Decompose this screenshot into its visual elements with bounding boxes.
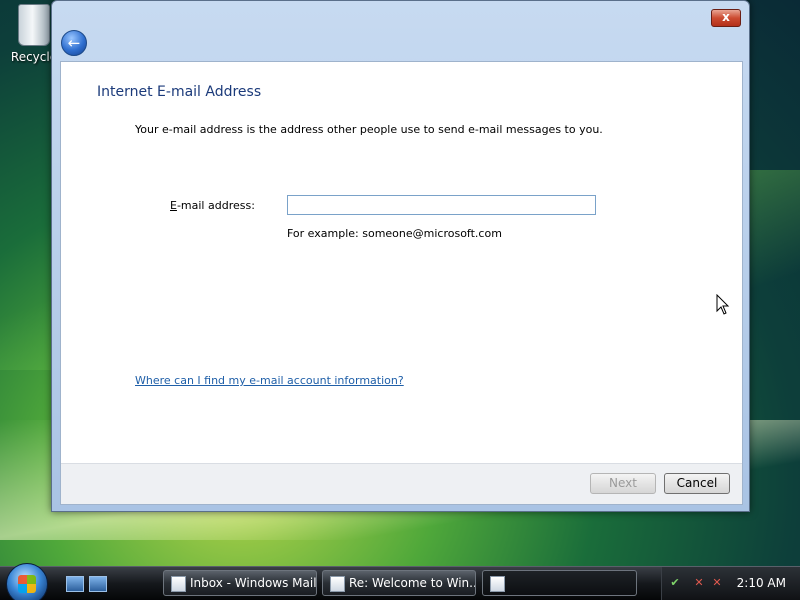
wizard-dialog: x ← Internet E-mail Address Your e-mail … [51,0,750,512]
wizard-window-icon [490,576,505,592]
taskbar-item-label: Re: Welcome to Win... [349,576,476,590]
account-info-help-link[interactable]: Where can I find my e-mail account infor… [135,374,404,387]
mouse-cursor-icon [716,294,730,315]
show-desktop-icon[interactable] [66,576,84,592]
clock[interactable]: 2:10 AM [737,576,786,590]
volume-muted-icon[interactable]: ✕ [710,576,724,590]
mail-message-icon [330,576,345,592]
switch-windows-icon[interactable] [89,576,107,592]
dialog-content: Internet E-mail Address Your e-mail addr… [60,61,743,505]
windows-mail-icon [171,576,186,592]
taskbar-item-message[interactable]: Re: Welcome to Win... [322,570,476,596]
taskbar-item-wizard[interactable] [482,570,637,596]
access-key-letter: E [170,199,177,212]
back-button[interactable]: ← [61,30,87,56]
intro-text: Your e-mail address is the address other… [135,123,603,136]
recycle-bin-icon [18,4,50,46]
windows-logo-icon [18,575,36,593]
network-disconnected-icon[interactable]: ✕ [692,576,706,590]
network-status-icon[interactable]: ✔ [668,576,682,590]
dialog-button-bar: Next Cancel [61,463,742,504]
taskbar: Inbox - Windows Mail Re: Welcome to Win.… [0,563,800,600]
next-button[interactable]: Next [590,473,656,494]
page-title: Internet E-mail Address [97,84,262,100]
taskbar-item-label: Inbox - Windows Mail [190,576,317,590]
system-tray: ✔ ✕ ✕ 2:10 AM [661,567,800,600]
cancel-button[interactable]: Cancel [664,473,730,494]
start-button[interactable] [6,563,48,600]
close-button[interactable]: x [711,9,741,27]
email-field[interactable] [287,195,596,215]
taskbar-item-inbox[interactable]: Inbox - Windows Mail [163,570,317,596]
email-example-text: For example: someone@microsoft.com [287,227,502,240]
arrow-left-icon: ← [67,34,81,52]
email-field-label: E-mail address: [170,199,255,212]
